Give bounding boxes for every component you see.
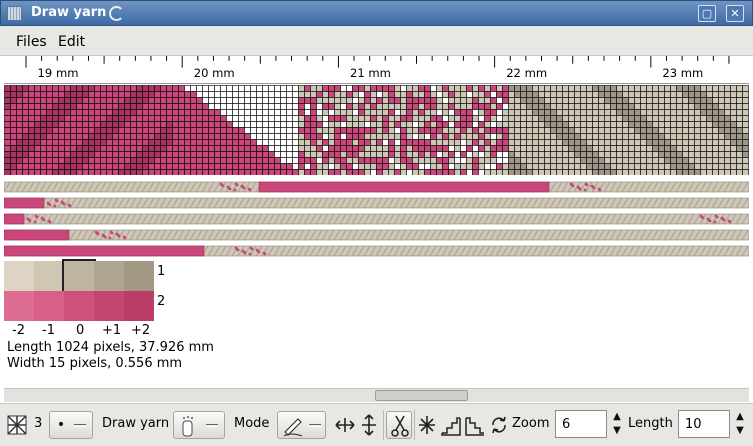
palette-swatch[interactable] bbox=[64, 291, 94, 321]
ruler-label: 22 mm bbox=[506, 66, 547, 80]
palette-swatch[interactable] bbox=[4, 291, 34, 321]
rotate-icon[interactable] bbox=[488, 411, 510, 439]
offset-label: +1 bbox=[102, 323, 122, 338]
maximize-button[interactable]: ▢ bbox=[698, 5, 716, 22]
spin-down-icon[interactable]: ▼ bbox=[610, 424, 624, 438]
width-info: Width 15 pixels, 0.556 mm bbox=[7, 356, 183, 371]
separator bbox=[414, 410, 415, 440]
sparkle-icon[interactable] bbox=[416, 411, 438, 439]
ruler-label: 19 mm bbox=[38, 66, 79, 80]
horizontal-scrollbar[interactable] bbox=[4, 388, 749, 402]
palette-swatch[interactable] bbox=[94, 261, 124, 291]
scrollbar-thumb[interactable] bbox=[375, 390, 468, 401]
palette-row-1-label: 1 bbox=[157, 264, 166, 279]
offset-label: 0 bbox=[76, 323, 85, 338]
zoom-spinner[interactable]: ▲ ▼ bbox=[610, 410, 624, 440]
close-button[interactable]: ✕ bbox=[726, 5, 744, 22]
scissors-button[interactable] bbox=[386, 411, 412, 439]
draw-yarn-label: Draw yarn bbox=[102, 416, 170, 431]
offset-label: -1 bbox=[42, 323, 55, 338]
spin-down-icon[interactable]: ▼ bbox=[733, 424, 747, 438]
color-palette: 1 2 bbox=[4, 259, 166, 321]
palette-swatch[interactable] bbox=[4, 261, 34, 291]
pen-icon bbox=[283, 418, 303, 437]
ruler-label: 21 mm bbox=[350, 66, 391, 80]
menu-edit[interactable]: Edit bbox=[58, 34, 85, 50]
stairs-up-icon[interactable] bbox=[440, 411, 462, 439]
yarn-strand bbox=[4, 213, 749, 225]
yarn-preview bbox=[4, 181, 749, 257]
palette-swatch[interactable] bbox=[94, 291, 124, 321]
dropdown-arrow-icon bbox=[309, 424, 321, 427]
mm-ruler: 19 mm 20 mm 21 mm 22 mm 23 mm bbox=[4, 56, 749, 84]
zoom-input[interactable]: 6 bbox=[555, 410, 607, 438]
length-input[interactable]: 10 bbox=[678, 410, 730, 438]
dropdown-arrow-icon bbox=[74, 424, 86, 427]
length-label: Length bbox=[628, 416, 673, 431]
scissors-icon bbox=[391, 415, 409, 437]
menu-files[interactable]: Files bbox=[16, 34, 47, 50]
dot-selector-icon: • bbox=[56, 417, 66, 433]
length-info: Length 1024 pixels, 37.926 mm bbox=[7, 340, 214, 355]
flip-horizontal-icon[interactable] bbox=[334, 411, 356, 439]
menu-bar: Files Edit bbox=[0, 26, 753, 56]
stairs-down-icon[interactable] bbox=[464, 411, 486, 439]
palette-swatch[interactable] bbox=[124, 291, 154, 321]
swirl-icon bbox=[109, 6, 124, 21]
window-title: Draw yarn bbox=[31, 5, 107, 20]
zoom-label: Zoom bbox=[512, 416, 550, 431]
spin-up-icon[interactable]: ▲ bbox=[733, 410, 747, 424]
yarn-strand bbox=[4, 245, 749, 257]
yarn-brush-icon bbox=[182, 416, 193, 437]
palette-swatch[interactable] bbox=[34, 261, 64, 291]
flip-vertical-icon[interactable] bbox=[358, 411, 380, 439]
palette-swatch[interactable] bbox=[34, 291, 64, 321]
title-bar: Draw yarn ▢ ✕ bbox=[0, 0, 753, 26]
dropdown-arrow-icon bbox=[206, 424, 218, 427]
yarn-brush-button[interactable] bbox=[173, 411, 225, 439]
palette-row-2-label: 2 bbox=[157, 294, 166, 309]
offset-label: +2 bbox=[131, 323, 151, 338]
palette-swatch[interactable] bbox=[124, 261, 154, 291]
dot-selector-button[interactable]: • bbox=[49, 411, 93, 439]
offset-label: -2 bbox=[12, 323, 25, 338]
yarn-pixel-grid[interactable] bbox=[4, 85, 749, 175]
spin-up-icon[interactable]: ▲ bbox=[610, 410, 624, 424]
palette-swatch[interactable] bbox=[62, 259, 96, 293]
yarn-strand bbox=[4, 181, 749, 193]
mode-label: Mode bbox=[234, 416, 270, 431]
count-value: 3 bbox=[34, 416, 43, 431]
yarn-strand bbox=[4, 197, 749, 209]
ruler-label: 23 mm bbox=[662, 66, 703, 80]
length-spinner[interactable]: ▲ ▼ bbox=[733, 410, 747, 440]
mode-button[interactable] bbox=[277, 411, 326, 439]
yarn-strand bbox=[4, 229, 749, 241]
app-icon bbox=[7, 6, 22, 21]
pattern-icon[interactable] bbox=[6, 411, 28, 439]
separator bbox=[383, 410, 384, 440]
ruler-label: 20 mm bbox=[194, 66, 235, 80]
bottom-toolbar: 3 • Draw yarn Mode Zoom 6 ▲ ▼ Length 10 … bbox=[0, 403, 753, 446]
